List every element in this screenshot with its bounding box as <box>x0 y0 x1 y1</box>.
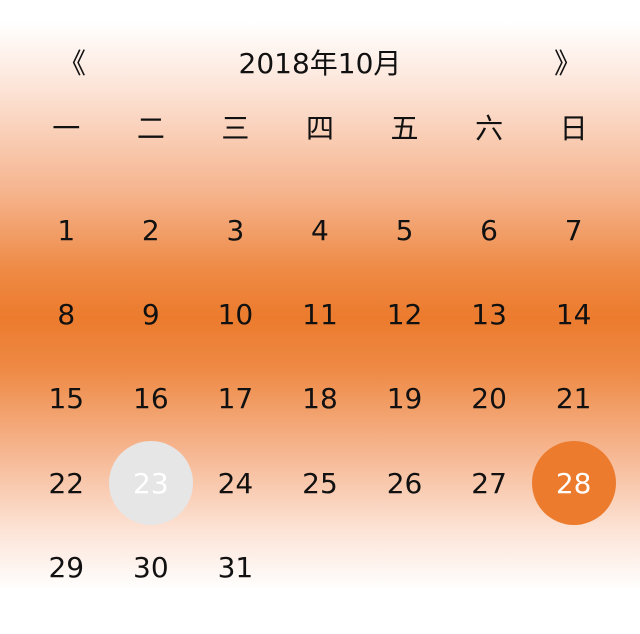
day-number: 11 <box>302 297 338 331</box>
day-number: 3 <box>226 213 245 247</box>
weekday-label: 六 <box>475 112 504 145</box>
day-number: 17 <box>217 382 254 416</box>
calendar-header: 《 2018年10月 》 <box>0 40 640 88</box>
day-number: 5 <box>395 213 414 247</box>
weekday-label: 三 <box>221 112 250 145</box>
day-cell[interactable]: 12 <box>362 272 447 356</box>
weekday-label: 日 <box>559 112 588 145</box>
day-cell[interactable]: 6 <box>447 188 532 272</box>
calendar: 《 2018年10月 》 一 二 三 四 五 六 日 1 2 3 4 5 6 7 8 9 10 11… <box>0 0 640 634</box>
day-cell[interactable]: 15 <box>24 357 109 441</box>
day-number: 15 <box>48 382 85 416</box>
day-cell[interactable]: 11 <box>278 272 363 356</box>
day-cell[interactable]: 17 <box>193 357 278 441</box>
day-cell[interactable]: 1 <box>24 188 109 272</box>
day-number: 28 <box>531 441 616 526</box>
day-number: 18 <box>302 382 338 416</box>
day-cell[interactable]: 21 <box>531 357 616 441</box>
day-number: 8 <box>57 297 76 331</box>
day-number: 1 <box>57 213 76 247</box>
day-cell[interactable]: 2 <box>109 188 194 272</box>
day-cell[interactable]: 16 <box>109 357 194 441</box>
day-cell[interactable]: 31 <box>193 525 278 609</box>
day-number: 30 <box>133 550 169 584</box>
day-cell[interactable]: 3 <box>193 188 278 272</box>
day-cell[interactable]: 8 <box>24 272 109 356</box>
day-number: 19 <box>386 382 423 416</box>
day-cell[interactable]: 14 <box>531 272 616 356</box>
day-number: 2 <box>141 213 160 247</box>
day-cell[interactable]: 5 <box>362 188 447 272</box>
day-cell[interactable]: 9 <box>109 272 194 356</box>
day-number: 20 <box>471 382 507 416</box>
day-cell[interactable]: 4 <box>278 188 363 272</box>
day-number: 31 <box>217 550 254 584</box>
day-number: 14 <box>555 297 592 331</box>
day-cell[interactable]: 30 <box>109 525 194 609</box>
day-number: 26 <box>386 466 423 500</box>
day-cell[interactable]: 29 <box>24 525 109 609</box>
day-cell[interactable]: 27 <box>447 441 532 525</box>
weekday-label: 二 <box>136 112 165 145</box>
day-number: 21 <box>555 382 592 416</box>
day-number: 16 <box>133 382 169 416</box>
day-number: 4 <box>311 213 329 247</box>
day-number: 6 <box>480 213 498 247</box>
day-cell-selected[interactable]: 28 <box>531 441 616 526</box>
day-number: 13 <box>471 297 507 331</box>
day-cell[interactable]: 7 <box>531 188 616 272</box>
day-cell[interactable]: 25 <box>278 441 363 525</box>
day-number: 10 <box>217 297 254 331</box>
day-cell[interactable]: 10 <box>193 272 278 356</box>
day-cell[interactable]: 18 <box>278 357 363 441</box>
month-title: 2018年10月 <box>238 47 402 80</box>
day-number: 22 <box>48 466 85 500</box>
day-cell[interactable]: 13 <box>447 272 532 356</box>
weekday-label: 四 <box>305 112 334 145</box>
day-cell[interactable]: 22 <box>24 441 109 525</box>
day-cell-today[interactable]: 23 <box>108 441 194 526</box>
day-number: 7 <box>564 213 583 247</box>
day-number: 27 <box>471 466 507 500</box>
day-cell[interactable]: 20 <box>447 357 532 441</box>
day-number: 23 <box>108 441 193 526</box>
day-number: 24 <box>217 466 254 500</box>
day-number: 9 <box>141 297 160 331</box>
weekday-row: 一 二 三 四 五 六 日 <box>24 105 616 153</box>
weekday-label: 五 <box>390 112 419 145</box>
day-number: 12 <box>386 297 423 331</box>
day-cell[interactable]: 24 <box>193 441 278 525</box>
day-number: 29 <box>48 550 85 584</box>
day-grid: 1 2 3 4 5 6 7 8 9 10 11 12 13 14 15 16 17 18 19 20 21 22 23 24 2… <box>24 188 616 609</box>
day-cell[interactable]: 26 <box>362 441 447 525</box>
prev-month-button[interactable]: 《 <box>48 40 96 88</box>
next-month-button[interactable]: 》 <box>544 40 592 88</box>
day-cell[interactable]: 19 <box>362 357 447 441</box>
day-number: 25 <box>302 466 338 500</box>
weekday-label: 一 <box>52 112 81 145</box>
